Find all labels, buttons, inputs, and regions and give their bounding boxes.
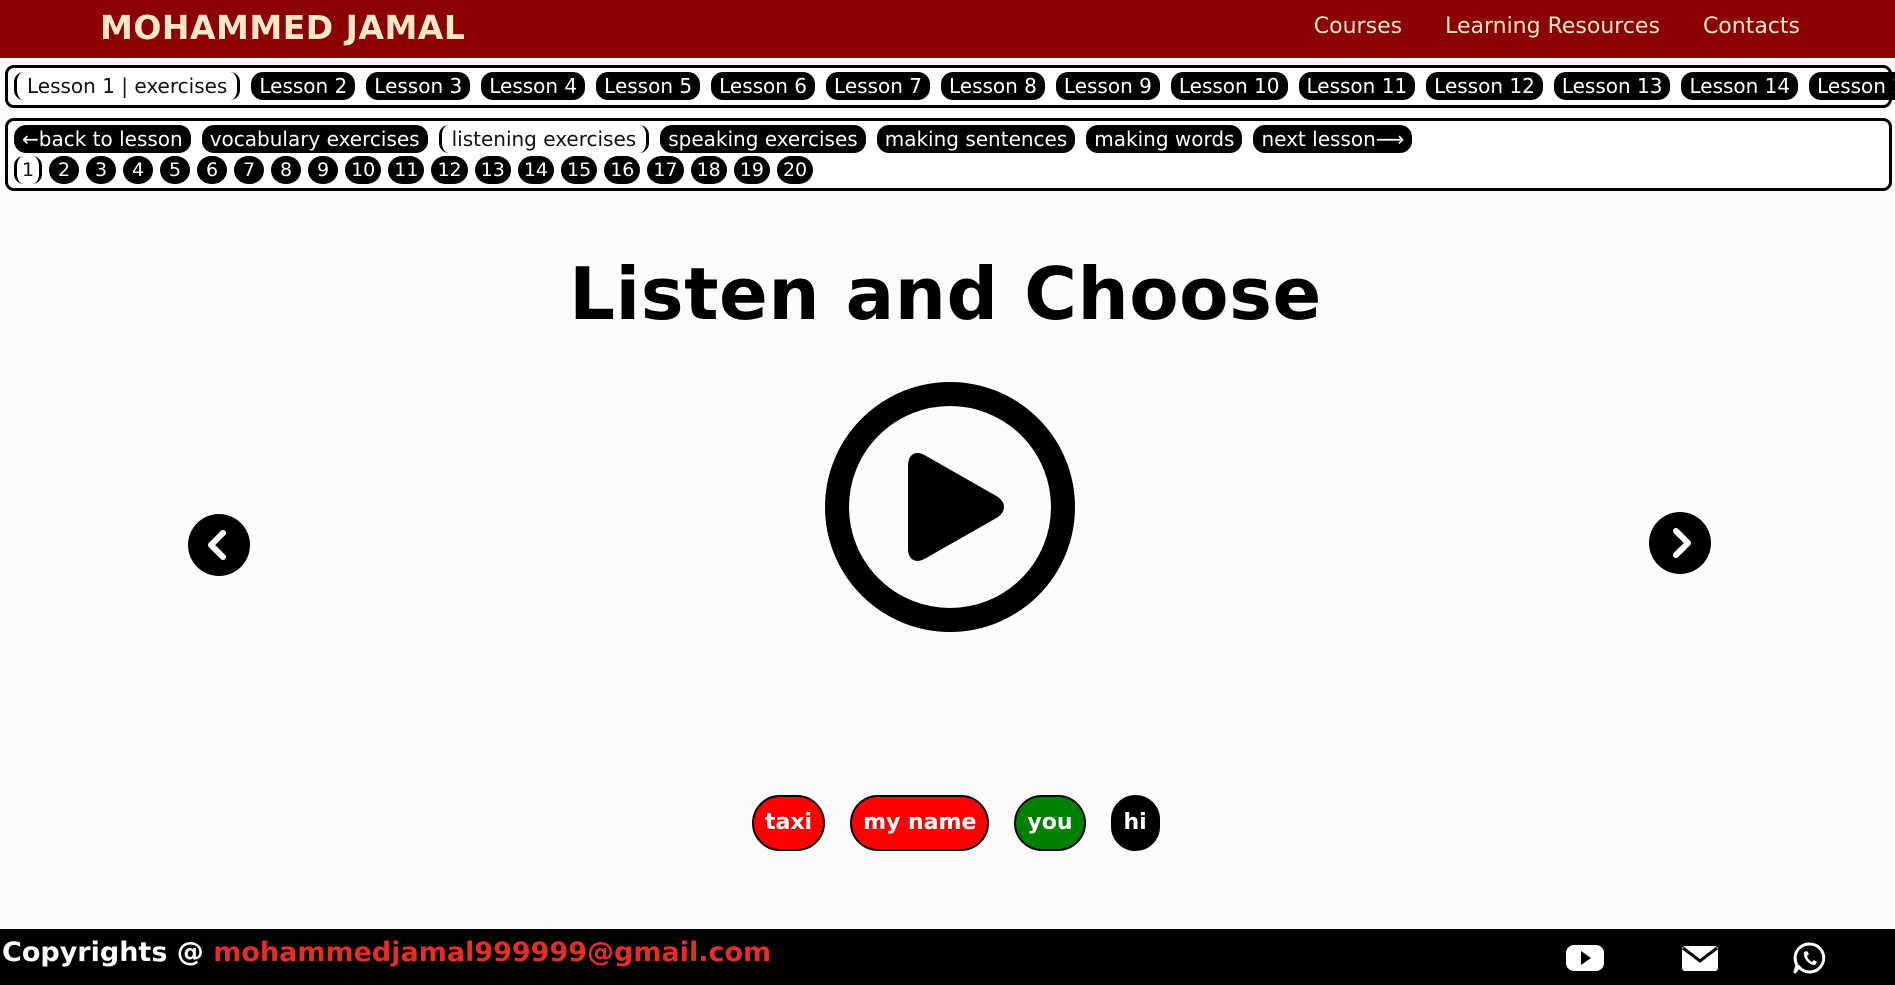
youtube-icon xyxy=(1566,945,1604,971)
exercise-bar: ←back to lesson vocabulary exercises lis… xyxy=(5,118,1892,191)
whatsapp-icon xyxy=(1793,942,1826,974)
next-question-button[interactable] xyxy=(1649,512,1711,574)
nav-courses[interactable]: Courses xyxy=(1314,10,1402,44)
lesson-tab-6[interactable]: Lesson 6 xyxy=(711,72,816,100)
lesson-tab-3[interactable]: Lesson 3 xyxy=(366,72,471,100)
lesson-tab-5[interactable]: Lesson 5 xyxy=(596,72,701,100)
question-tab-14[interactable]: 14 xyxy=(517,156,555,184)
next-lesson-button[interactable]: next lesson⟶ xyxy=(1253,125,1413,153)
whatsapp-link[interactable] xyxy=(1790,941,1830,975)
lesson-tab-15[interactable]: Lesson 15 xyxy=(1809,72,1895,100)
lesson-tab-active[interactable]: Lesson 1 | exercises xyxy=(14,72,241,100)
email-icon xyxy=(1682,946,1718,971)
question-tab-6[interactable]: 6 xyxy=(197,156,228,184)
lesson-tab-9[interactable]: Lesson 9 xyxy=(1055,72,1160,100)
question-tab-10[interactable]: 10 xyxy=(345,156,382,184)
lesson-tab-13[interactable]: Lesson 13 xyxy=(1553,72,1671,100)
back-to-lesson-button[interactable]: ←back to lesson xyxy=(14,125,191,153)
making-sentences-tab[interactable]: making sentences xyxy=(876,125,1076,153)
answer-taxi[interactable]: taxi xyxy=(752,795,826,851)
play-audio-button[interactable] xyxy=(825,382,1075,632)
answer-you[interactable]: you xyxy=(1014,795,1086,851)
question-tab-4[interactable]: 4 xyxy=(123,156,154,184)
lesson-tab-2[interactable]: Lesson 2 xyxy=(251,72,356,100)
question-tab-20[interactable]: 20 xyxy=(776,156,814,184)
question-tab-19[interactable]: 19 xyxy=(733,156,770,184)
exercise-nav: ←back to lesson vocabulary exercises lis… xyxy=(14,125,1889,153)
answer-options: taxi my name you hi xyxy=(752,795,1160,851)
email-link[interactable]: mohammedjamal999999@gmail.com xyxy=(213,937,771,968)
chevron-left-icon xyxy=(208,530,226,560)
site-header: MOHAMMED JAMAL Courses Learning Resource… xyxy=(0,0,1895,58)
answer-my-name[interactable]: my name xyxy=(850,795,990,851)
lesson-tab-10[interactable]: Lesson 10 xyxy=(1170,72,1288,100)
page-title: Listen and Choose xyxy=(569,252,1322,336)
nav-learning-resources[interactable]: Learning Resources xyxy=(1445,10,1660,44)
question-list: 1 2 3 4 5 6 7 8 9 10 11 12 13 14 15 16 17 18 19 20 xyxy=(14,156,1889,184)
question-tab-12[interactable]: 12 xyxy=(431,156,468,184)
listening-exercises-tab[interactable]: listening exercises xyxy=(438,125,650,153)
copyright-label: Copyrights @ xyxy=(2,937,214,968)
email-contact-link[interactable] xyxy=(1680,941,1720,975)
speaking-exercises-tab[interactable]: speaking exercises xyxy=(660,125,866,153)
lesson-bar: Lesson 1 | exercises Lesson 2 Lesson 3 Les… xyxy=(5,65,1895,108)
question-tab-9[interactable]: 9 xyxy=(308,156,339,184)
question-tab-active[interactable]: 1 xyxy=(14,156,43,184)
previous-question-button[interactable] xyxy=(188,514,250,576)
lesson-tab-8[interactable]: Lesson 8 xyxy=(940,72,1045,100)
lesson-tab-7[interactable]: Lesson 7 xyxy=(826,72,930,100)
main-nav: Courses Learning Resources Contacts xyxy=(1314,10,1800,44)
question-tab-3[interactable]: 3 xyxy=(86,156,117,184)
question-tab-2[interactable]: 2 xyxy=(49,156,80,184)
question-tab-17[interactable]: 17 xyxy=(647,156,684,184)
question-tab-16[interactable]: 16 xyxy=(604,156,641,184)
lesson-list: Lesson 1 | exercises Lesson 2 Lesson 3 Les… xyxy=(14,72,1895,100)
question-tab-5[interactable]: 5 xyxy=(160,156,191,184)
nav-contacts[interactable]: Contacts xyxy=(1703,10,1800,44)
vocabulary-exercises-tab[interactable]: vocabulary exercises xyxy=(201,125,428,153)
question-tab-13[interactable]: 13 xyxy=(474,156,511,184)
youtube-link[interactable] xyxy=(1565,941,1605,975)
question-tab-7[interactable]: 7 xyxy=(234,156,265,184)
question-tab-11[interactable]: 11 xyxy=(388,156,425,184)
lesson-tab-4[interactable]: Lesson 4 xyxy=(481,72,586,100)
answer-hi[interactable]: hi xyxy=(1110,795,1160,851)
chevron-right-icon xyxy=(1673,528,1691,558)
making-words-tab[interactable]: making words xyxy=(1086,125,1243,153)
site-brand[interactable]: MOHAMMED JAMAL xyxy=(100,6,465,50)
question-tab-18[interactable]: 18 xyxy=(690,156,727,184)
play-icon xyxy=(825,382,1075,632)
copyright-text: Copyrights @ mohammedjamal999999@gmail.c… xyxy=(2,933,771,973)
question-tab-15[interactable]: 15 xyxy=(561,156,598,184)
site-footer: Copyrights @ mohammedjamal999999@gmail.c… xyxy=(0,929,1895,985)
lesson-tab-12[interactable]: Lesson 12 xyxy=(1426,72,1543,100)
lesson-tab-11[interactable]: Lesson 11 xyxy=(1298,72,1416,100)
lesson-tab-14[interactable]: Lesson 14 xyxy=(1681,72,1799,100)
question-tab-8[interactable]: 8 xyxy=(271,156,302,184)
